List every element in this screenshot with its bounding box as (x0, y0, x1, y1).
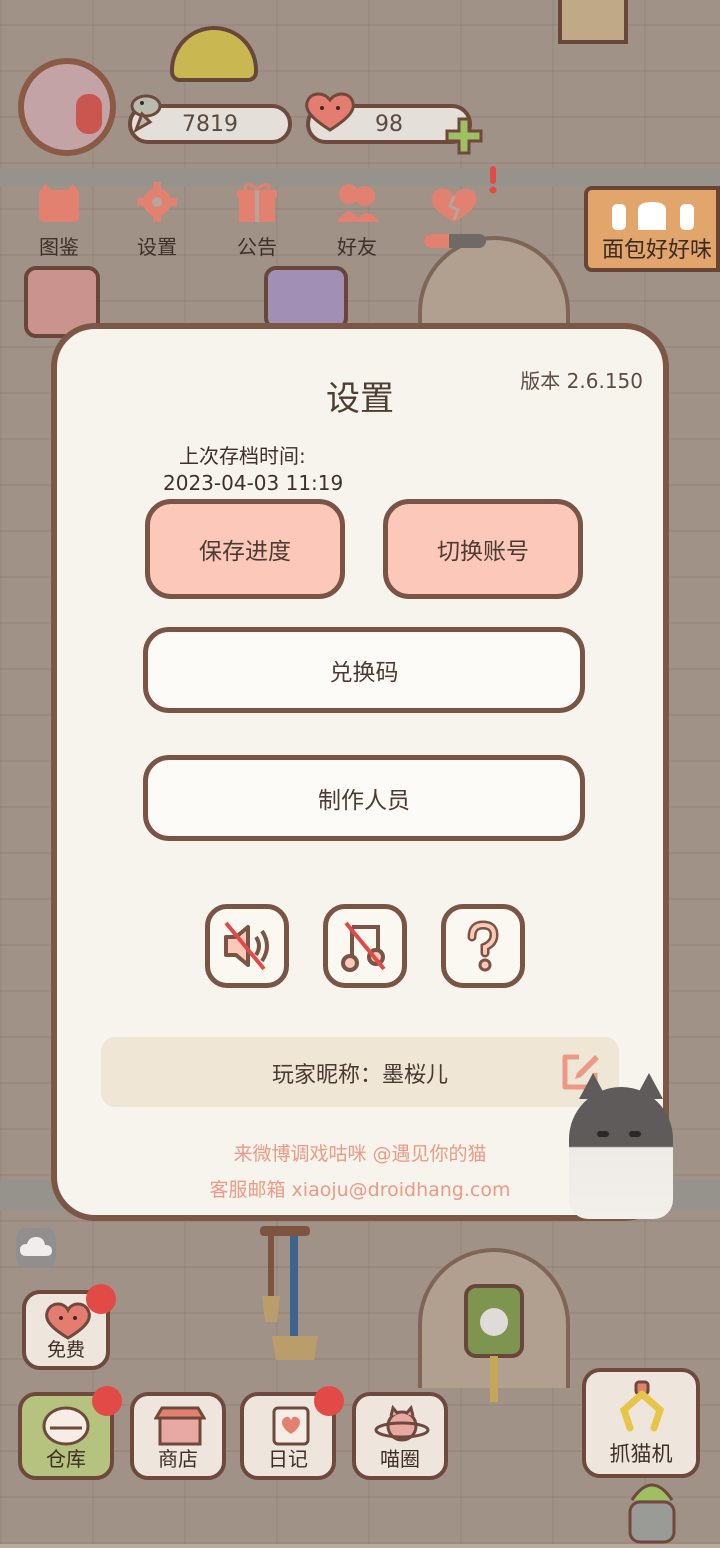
plant-pot-decor (612, 1480, 692, 1544)
last-save-time: 2023-04-03 11:19 (163, 471, 344, 495)
cat-photo (569, 1073, 673, 1219)
tab-moments[interactable]: 喵圈 (352, 1392, 448, 1480)
settings-dialog: 设置 版本 2.6.150 上次存档时间: 2023-04-03 11:19 保… (51, 323, 673, 1221)
nav-announcement[interactable]: 公告 (222, 180, 292, 260)
fish-count: 7819 (182, 111, 238, 137)
claw-machine-label: 抓猫机 (609, 1442, 673, 1466)
sound-muted-icon (224, 921, 269, 971)
help-icon (467, 920, 499, 972)
version-label: 版本 2.6.150 (520, 369, 643, 393)
fish-icon (130, 94, 162, 134)
add-hearts-button[interactable] (444, 116, 484, 156)
nickname-label: 玩家昵称：墨桜儿 (271, 1063, 448, 1088)
credits-button[interactable]: 制作人员 (143, 755, 585, 841)
cat-planet-icon (374, 1404, 430, 1442)
notification-badge (314, 1386, 344, 1416)
notification-badge (86, 1284, 116, 1314)
cloud-icon (20, 1237, 52, 1256)
nav-friends[interactable]: 好友 (322, 180, 392, 260)
friends-icon (337, 184, 379, 222)
claw-icon (619, 1380, 665, 1432)
gift-icon (237, 183, 277, 222)
nav-likes[interactable] (424, 186, 490, 250)
cloud-save-button[interactable] (16, 1228, 56, 1268)
music-muted-icon (341, 921, 386, 972)
music-toggle-button[interactable] (323, 904, 407, 988)
player-avatar[interactable] (18, 58, 116, 156)
bread-shop-sign[interactable]: 面包好好味 (584, 186, 720, 272)
tab-label: 日记 (268, 1447, 308, 1471)
diary-icon (272, 1406, 310, 1446)
redeem-code-label: 兑换码 (329, 660, 399, 686)
switch-account-label: 切换账号 (437, 539, 529, 565)
nickname-panel: 玩家昵称：墨桜儿 (101, 1037, 619, 1107)
switch-account-button[interactable]: 切换账号 (383, 499, 583, 599)
tab-label: 喵圈 (380, 1447, 420, 1471)
alert-icon (489, 166, 497, 194)
nav-label: 设置 (137, 235, 177, 259)
broken-heart-icon (431, 188, 477, 222)
notification-badge (92, 1386, 122, 1416)
heart-currency-icon (305, 92, 355, 132)
last-save-info: 上次存档时间: 2023-04-03 11:19 (163, 443, 343, 497)
claw-machine-button[interactable]: 抓猫机 (582, 1368, 700, 1478)
tab-label: 商店 (158, 1447, 198, 1471)
likes-progress-bar (424, 234, 486, 248)
nav-settings[interactable]: 设置 (122, 180, 192, 260)
nav-collection[interactable]: 图鉴 (24, 180, 94, 260)
sound-toggle-button[interactable] (205, 904, 289, 988)
free-label: 免费 (46, 1339, 85, 1361)
help-button[interactable] (441, 904, 525, 988)
bowl-icon (42, 1406, 90, 1446)
cat-book-icon (39, 184, 79, 222)
bread-icon (612, 202, 694, 230)
tab-label: 仓库 (46, 1447, 86, 1471)
save-progress-label: 保存进度 (199, 539, 291, 565)
nav-label: 公告 (237, 235, 277, 259)
last-save-label: 上次存档时间: (179, 444, 306, 468)
gear-icon (137, 182, 177, 222)
tab-shop[interactable]: 商店 (130, 1392, 226, 1480)
nav-label: 好友 (337, 235, 377, 259)
heart-count: 98 (375, 111, 403, 137)
bread-sign-label: 面包好好味 (602, 238, 713, 263)
save-progress-button[interactable]: 保存进度 (145, 499, 345, 599)
credits-label: 制作人员 (318, 788, 410, 814)
redeem-code-button[interactable]: 兑换码 (143, 627, 585, 713)
shop-icon (154, 1406, 206, 1446)
nav-label: 图鉴 (39, 235, 79, 259)
